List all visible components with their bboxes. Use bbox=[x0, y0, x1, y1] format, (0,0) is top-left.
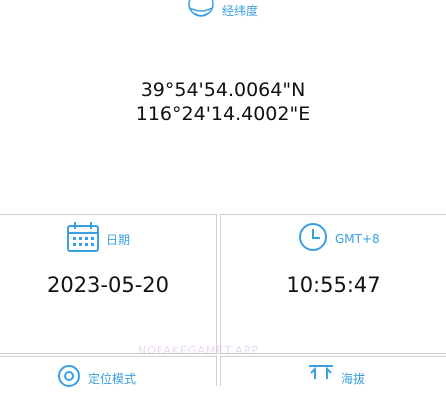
date-card[interactable]: 日期 2023-05-20 bbox=[0, 214, 217, 354]
altitude-icon bbox=[307, 363, 335, 393]
latitude-value: 39°54'54.0064"N bbox=[140, 79, 306, 101]
coordinates-label: 经纬度 bbox=[222, 3, 259, 18]
calendar-icon bbox=[66, 221, 100, 257]
altitude-card[interactable]: 海拔 bbox=[220, 356, 446, 386]
coordinates-panel: 经纬度 39°54'54.0064"N 116°24'14.4002"E bbox=[0, 0, 446, 212]
location-target-icon bbox=[56, 363, 82, 393]
date-header: 日期 bbox=[66, 221, 130, 257]
altitude-header: 海拔 bbox=[307, 363, 365, 393]
globe-icon bbox=[186, 0, 216, 24]
time-card[interactable]: GMT+8 10:55:47 bbox=[220, 214, 446, 354]
coordinates-header: 经纬度 bbox=[186, 0, 258, 22]
time-value: 10:55:47 bbox=[286, 273, 381, 297]
watermark: NOFAKEGAMET.APP bbox=[138, 344, 260, 357]
altitude-label: 海拔 bbox=[341, 371, 366, 386]
timezone-label: GMT+8 bbox=[335, 232, 380, 246]
coordinates-value: 39°54'54.0064"N 116°24'14.4002"E bbox=[0, 78, 446, 126]
time-header: GMT+8 bbox=[297, 221, 380, 257]
location-mode-label: 定位模式 bbox=[88, 371, 137, 386]
longitude-value: 116°24'14.4002"E bbox=[135, 103, 311, 125]
date-value: 2023-05-20 bbox=[46, 273, 170, 297]
location-mode-header: 定位模式 bbox=[56, 363, 136, 393]
location-mode-card[interactable]: 定位模式 bbox=[0, 356, 217, 387]
date-label: 日期 bbox=[106, 232, 131, 247]
clock-icon bbox=[297, 221, 329, 257]
